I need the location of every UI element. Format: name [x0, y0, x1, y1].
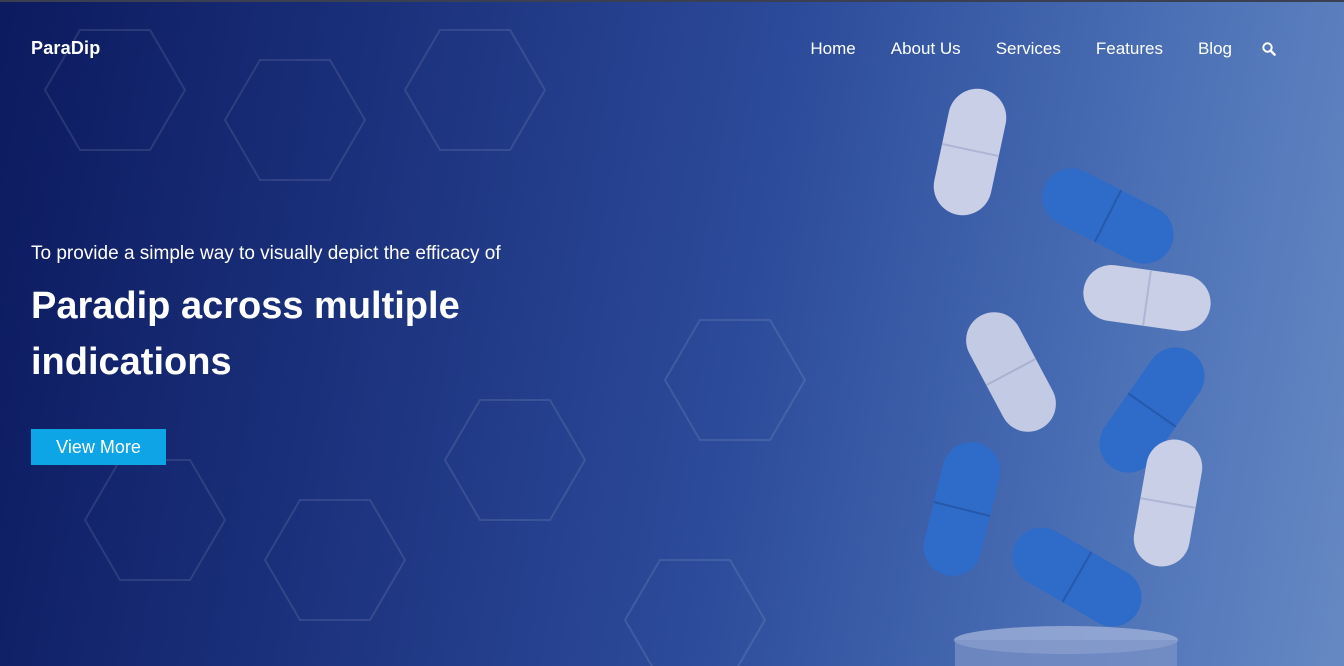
site-logo[interactable]: ParaDip	[31, 38, 100, 59]
nav-item-blog[interactable]: Blog	[1198, 39, 1232, 59]
hero-headline: Paradip across multiple indications	[31, 285, 460, 383]
bottle-rim	[954, 626, 1178, 666]
hero-section: ParaDip Home About Us Services Features …	[0, 0, 1344, 666]
hero-subtitle: To provide a simple way to visually depi…	[31, 243, 501, 264]
nav-item-features[interactable]: Features	[1096, 39, 1163, 59]
capsule-blue-1	[1042, 168, 1174, 264]
nav-item-services[interactable]: Services	[996, 39, 1061, 59]
capsule-blue-4	[1012, 527, 1142, 627]
nav-item-home[interactable]: Home	[810, 39, 855, 59]
nav-item-about-us[interactable]: About Us	[891, 39, 961, 59]
main-nav: Home About Us Services Features Blog	[810, 37, 1344, 61]
capsule-white-2	[1083, 264, 1211, 332]
view-more-button[interactable]: View More	[31, 429, 166, 465]
capsule-blue-3	[923, 442, 1001, 576]
capsule-white-1	[933, 88, 1007, 216]
capsule-white-3	[966, 312, 1056, 432]
search-icon[interactable]	[1262, 41, 1278, 57]
